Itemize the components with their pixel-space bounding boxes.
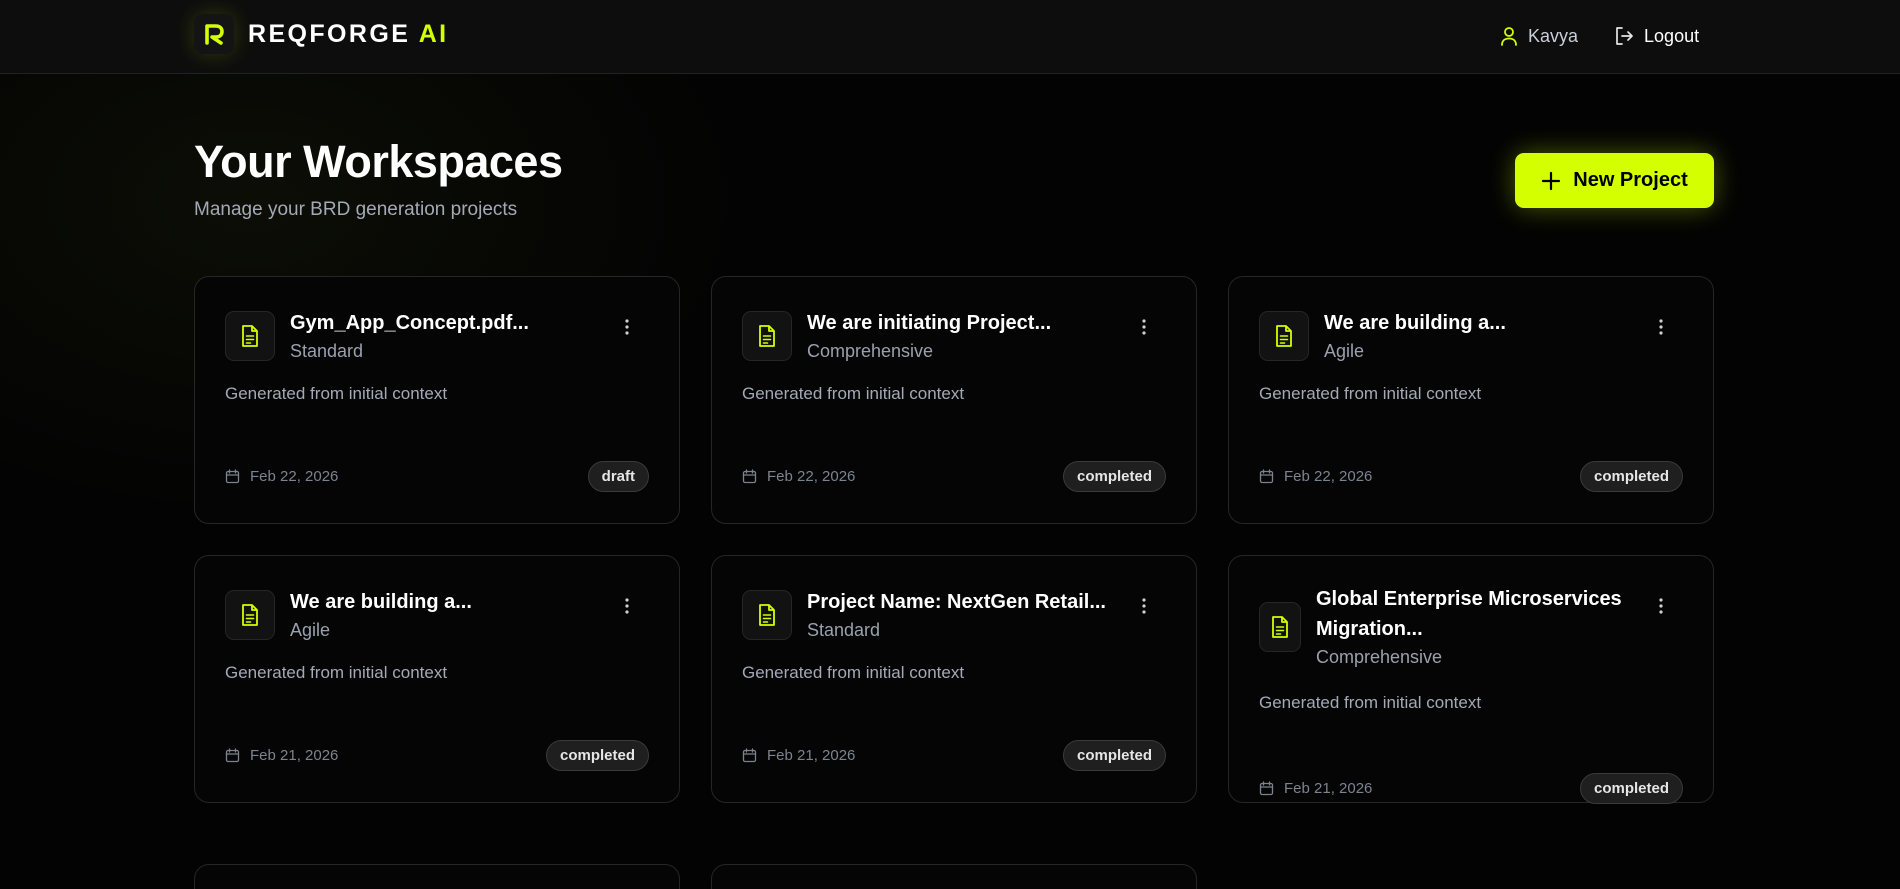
document-icon [742, 590, 792, 640]
user-area: Kavya Logout [1500, 22, 1699, 50]
project-card-partial[interactable] [194, 864, 680, 889]
user-icon [1501, 27, 1517, 46]
project-grid: Gym_App_Concept.pdf... Standard Generate… [194, 276, 1714, 804]
kebab-menu-icon[interactable] [617, 596, 637, 616]
document-icon [1259, 602, 1301, 652]
brand[interactable]: REQFORGE AI [194, 14, 449, 54]
status-badge: completed [1579, 773, 1683, 804]
project-type: Comprehensive [807, 341, 934, 361]
calendar-icon [1259, 469, 1274, 484]
project-description: Generated from initial context [1259, 384, 1482, 403]
project-date-text: Feb 22, 2026 [767, 468, 856, 485]
project-date-text: Feb 21, 2026 [250, 747, 339, 764]
kebab-menu-icon[interactable] [1651, 596, 1671, 616]
project-card[interactable]: We are building a... Agile Generated fro… [194, 555, 680, 803]
kebab-menu-icon[interactable] [1651, 317, 1671, 337]
status-badge: completed [1062, 740, 1166, 771]
project-type: Agile [1324, 341, 1365, 361]
logout-label: Logout [1644, 25, 1700, 46]
project-title: We are building a... [290, 591, 472, 613]
project-type: Agile [290, 620, 331, 640]
logout-icon [1616, 27, 1633, 45]
project-date-text: Feb 21, 2026 [767, 747, 856, 764]
document-icon [742, 311, 792, 361]
status-badge: completed [1062, 461, 1166, 492]
kebab-menu-icon[interactable] [1134, 317, 1154, 337]
kebab-menu-icon[interactable] [617, 317, 637, 337]
new-project-button[interactable]: New Project [1515, 153, 1714, 208]
project-description: Generated from initial context [742, 384, 965, 403]
project-type: Standard [807, 620, 881, 640]
project-date: Feb 22, 2026 [742, 468, 855, 485]
brand-name: REQFORGE AI [248, 19, 449, 48]
project-title: Global Enterprise Microservices Migratio… [1316, 588, 1622, 640]
project-date: Feb 21, 2026 [742, 747, 855, 764]
r-logo-icon [194, 14, 234, 54]
project-title: Gym_App_Concept.pdf... [290, 312, 529, 334]
project-date-text: Feb 21, 2026 [1284, 780, 1373, 797]
page-subtitle: Manage your BRD generation projects [194, 199, 518, 220]
project-title: We are building a... [1324, 312, 1506, 334]
calendar-icon [742, 469, 757, 484]
project-card-partial[interactable] [711, 864, 1197, 889]
user-name: Kavya [1528, 25, 1579, 46]
calendar-icon [1259, 781, 1274, 796]
page-title: Your Workspaces [194, 136, 563, 187]
new-project-label: New Project [1573, 169, 1688, 191]
status-badge: completed [1579, 461, 1683, 492]
project-card[interactable]: We are building a... Agile Generated fro… [1228, 276, 1714, 524]
calendar-icon [742, 748, 757, 763]
project-date-text: Feb 22, 2026 [1284, 468, 1373, 485]
brand-accent: AI [418, 19, 449, 48]
project-type: Standard [290, 341, 364, 361]
project-date: Feb 21, 2026 [225, 747, 338, 764]
calendar-icon [225, 748, 240, 763]
project-title: We are initiating Project... [807, 312, 1052, 334]
project-description: Generated from initial context [742, 663, 965, 682]
project-date: Feb 22, 2026 [225, 468, 338, 485]
project-card[interactable]: Global Enterprise Microservices Migratio… [1228, 555, 1714, 804]
document-icon [225, 311, 275, 361]
calendar-icon [225, 469, 240, 484]
project-date: Feb 21, 2026 [1259, 780, 1372, 797]
status-badge: completed [545, 740, 649, 771]
status-badge: draft [587, 461, 649, 492]
project-date: Feb 22, 2026 [1259, 468, 1372, 485]
project-date-text: Feb 22, 2026 [250, 468, 339, 485]
project-card[interactable]: Gym_App_Concept.pdf... Standard Generate… [194, 276, 680, 524]
document-icon [225, 590, 275, 640]
document-icon [1259, 311, 1309, 361]
project-card[interactable]: Project Name: NextGen Retail... Standard… [711, 555, 1197, 803]
project-description: Generated from initial context [225, 384, 448, 403]
project-description: Generated from initial context [225, 663, 448, 682]
user-menu[interactable]: Kavya [1500, 26, 1578, 47]
top-navbar: REQFORGE AI Kavya Logout [0, 0, 1900, 74]
project-type: Comprehensive [1316, 647, 1443, 667]
logout-button[interactable]: Logout [1614, 26, 1699, 47]
project-card[interactable]: We are initiating Project... Comprehensi… [711, 276, 1197, 524]
plus-icon [1541, 171, 1561, 191]
kebab-menu-icon[interactable] [1134, 596, 1154, 616]
project-description: Generated from initial context [1259, 693, 1482, 712]
project-title: Project Name: NextGen Retail... [807, 591, 1106, 613]
